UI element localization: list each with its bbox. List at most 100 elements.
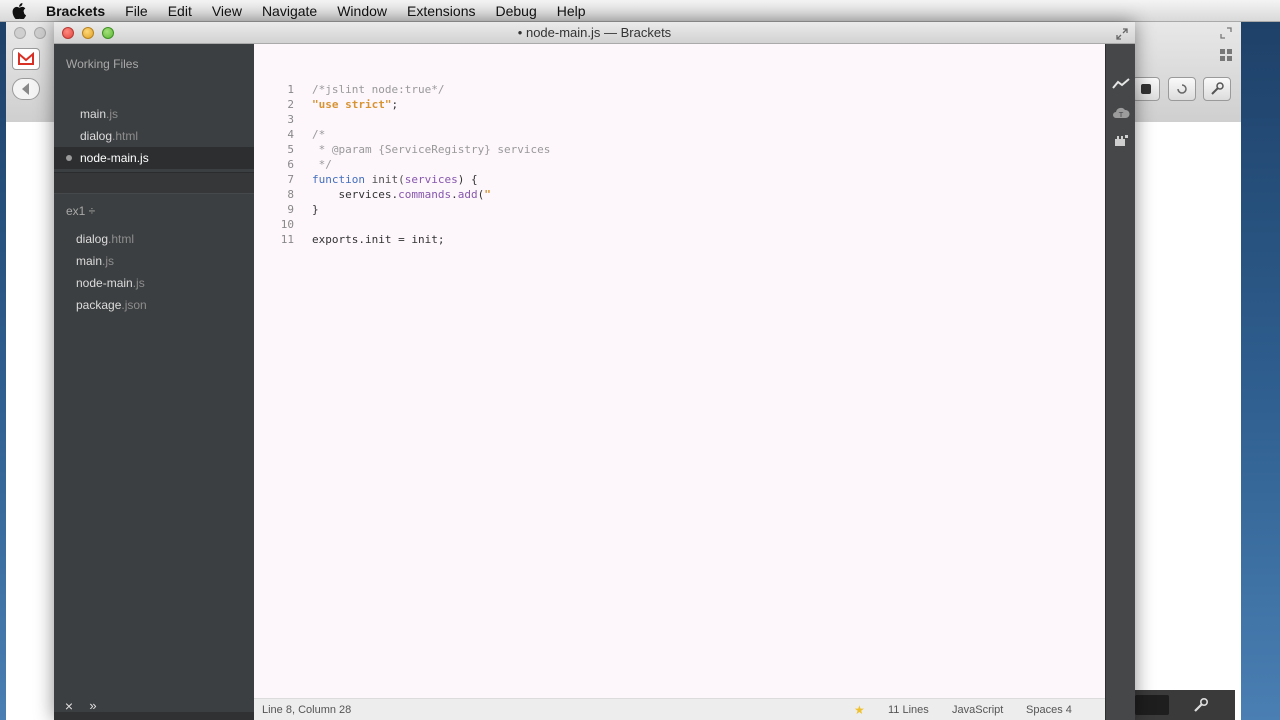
- line-count: 11 Lines: [888, 704, 929, 716]
- code-token: */: [312, 158, 332, 171]
- code-token: }: [312, 203, 319, 216]
- cursor-position: Line 8, Column 28: [262, 704, 352, 716]
- working-file-main-js[interactable]: main.js: [54, 103, 254, 125]
- line-number: 11: [280, 233, 294, 246]
- code-text: /*jslint node:true*/: [312, 82, 444, 97]
- bg-wrench-icon: [1203, 77, 1231, 101]
- menu-app-name[interactable]: Brackets: [46, 3, 105, 19]
- window-titlebar: • node-main.js — Brackets: [54, 22, 1135, 44]
- code-text: /*: [312, 127, 325, 142]
- working-file-ext: .html: [112, 129, 139, 143]
- project-file-name: dialog: [76, 232, 109, 246]
- window-minimize-icon[interactable]: [82, 27, 94, 39]
- window-title: • node-main.js — Brackets: [517, 25, 672, 40]
- code-token: init(: [364, 173, 405, 186]
- working-files-heading: Working Files: [66, 57, 139, 71]
- line-number: 5: [287, 143, 294, 156]
- code-token: /*jslint node:true*/: [312, 83, 445, 96]
- project-file-node-main-js[interactable]: node-main.js: [76, 276, 145, 290]
- menu-view[interactable]: View: [212, 3, 242, 19]
- main-toolbar: T: [1105, 44, 1135, 720]
- close-sidebar-button[interactable]: ×: [60, 698, 78, 714]
- split-view-button[interactable]: »: [84, 698, 102, 714]
- project-file-ext: .js: [102, 254, 115, 268]
- menu-file[interactable]: File: [125, 3, 148, 19]
- code-token: add: [457, 188, 478, 201]
- apple-icon[interactable]: [12, 2, 32, 19]
- extension-plugin-icon[interactable]: [1111, 132, 1131, 150]
- language-selector[interactable]: JavaScript: [952, 699, 1003, 720]
- working-file-dialog-html[interactable]: dialog.html: [54, 125, 254, 147]
- bg-bottom-wrench-icon: [1193, 697, 1209, 718]
- code-text: exports.init = init;: [312, 232, 444, 247]
- code-text: }: [312, 202, 319, 217]
- line-number: 3: [287, 113, 294, 126]
- code-text: function init(services) {: [312, 172, 478, 187]
- menu-help[interactable]: Help: [557, 3, 586, 19]
- working-file-name: main: [80, 107, 107, 121]
- brackets-window: • node-main.js — Brackets Working Files …: [54, 22, 1135, 720]
- menu-edit[interactable]: Edit: [168, 3, 192, 19]
- line-number: 10: [280, 218, 294, 231]
- line-number: 7: [287, 173, 294, 186]
- svg-text:T: T: [1118, 111, 1124, 119]
- bg-refresh-icon: [1168, 77, 1196, 101]
- window-zoom-icon[interactable]: [102, 27, 114, 39]
- code-text: */: [312, 157, 332, 172]
- dirty-indicator-icon: [66, 155, 72, 161]
- code-text: services.commands.add(": [312, 187, 491, 202]
- extension-manager-icon[interactable]: T: [1111, 104, 1131, 122]
- code-token: commands: [398, 188, 452, 201]
- code-token: function: [312, 173, 365, 186]
- line-number: 2: [287, 98, 294, 111]
- code-token: .: [451, 188, 458, 201]
- line-number: 1: [287, 83, 294, 96]
- code-token: * @param {ServiceRegistry} services: [312, 143, 551, 156]
- code-text: "use strict";: [312, 97, 398, 112]
- bg-bottom-field: [1135, 695, 1169, 715]
- star-icon[interactable]: ★: [854, 699, 865, 720]
- code-token: ) {: [457, 173, 478, 186]
- code-token: "use strict": [312, 98, 392, 111]
- line-number: 8: [287, 188, 294, 201]
- project-file-main-js[interactable]: main.js: [76, 254, 114, 268]
- bg-minimize-icon: [34, 27, 46, 39]
- line-number: 9: [287, 203, 294, 216]
- window-close-icon[interactable]: [62, 27, 74, 39]
- menu-window[interactable]: Window: [337, 3, 387, 19]
- menu-debug[interactable]: Debug: [495, 3, 536, 19]
- menu-navigate[interactable]: Navigate: [262, 3, 317, 19]
- code-token: exports.init = init;: [312, 233, 445, 246]
- bg-back-icon: [12, 78, 40, 100]
- background-browser-bottombar: [1135, 690, 1235, 720]
- menu-bar: Brackets File Edit View Navigate Window …: [0, 0, 1280, 22]
- project-file-ext: .html: [108, 232, 135, 246]
- code-token: services: [404, 173, 458, 186]
- project-dropdown[interactable]: ex1 ÷: [66, 204, 95, 218]
- code-editor[interactable]: 1 /*jslint node:true*/ 2 "use strict"; 3 4 /* 5…: [254, 44, 1105, 698]
- project-file-ext: .js: [132, 276, 145, 290]
- bg-close-icon: [14, 27, 26, 39]
- line-number: 4: [287, 128, 294, 141]
- project-file-name: main: [76, 254, 103, 268]
- sidebar-divider: [54, 172, 254, 194]
- code-token: /*: [312, 128, 326, 141]
- line-number: 6: [287, 158, 294, 171]
- working-file-node-main-js[interactable]: node-main.js: [54, 147, 254, 169]
- indent-setting[interactable]: Spaces 4: [1026, 699, 1072, 720]
- code-text: * @param {ServiceRegistry} services: [312, 142, 551, 157]
- working-file-name: dialog: [80, 129, 113, 143]
- project-file-dialog-html[interactable]: dialog.html: [76, 232, 134, 246]
- bg-extension-icon: [1132, 77, 1160, 101]
- working-file-ext: .js: [106, 107, 119, 121]
- code-token: services.: [312, 188, 399, 201]
- project-file-name: package: [76, 298, 122, 312]
- code-token: ;: [391, 98, 399, 111]
- bg-grid-icon: [1219, 48, 1233, 67]
- project-file-package-json[interactable]: package.json: [76, 298, 147, 312]
- fullscreen-icon[interactable]: [1115, 26, 1129, 40]
- menu-extensions[interactable]: Extensions: [407, 3, 475, 19]
- project-file-name: node-main: [76, 276, 133, 290]
- code-token: ": [484, 188, 491, 201]
- live-preview-icon[interactable]: [1111, 75, 1131, 93]
